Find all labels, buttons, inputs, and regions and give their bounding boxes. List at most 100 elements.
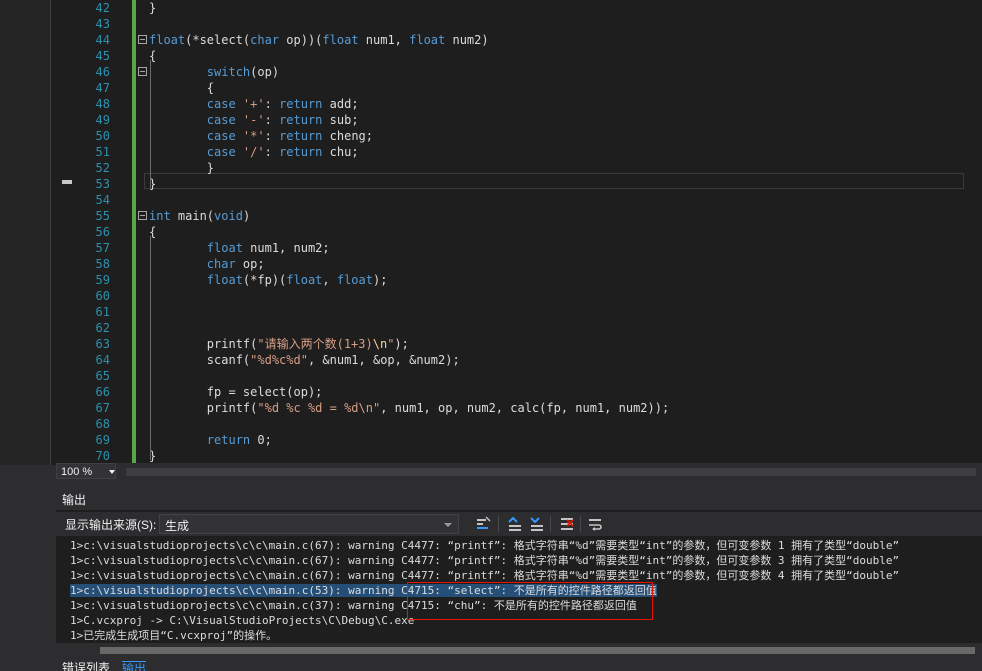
- output-line: 1>c:\visualstudioprojects\c\c\main.c(67)…: [70, 568, 899, 583]
- code-token: case: [149, 145, 243, 159]
- left-tool-strip: [0, 0, 51, 465]
- collapse-icon[interactable]: [138, 35, 147, 44]
- output-horizontal-scrollbar[interactable]: [56, 643, 982, 657]
- code-line: 66 fp = select(op);: [56, 384, 982, 400]
- output-line-text: 1>c:\visualstudioprojects\c\c\main.c(67)…: [70, 539, 900, 552]
- panel-splitter[interactable]: [56, 481, 982, 490]
- code-editor[interactable]: 42} 43 44 float(*select(char op))(float num…: [56, 0, 982, 463]
- code-text: float(*select(char op))(float num1, floa…: [149, 32, 489, 48]
- code-line: 49 case '-': return sub;: [56, 112, 982, 128]
- code-token: :: [264, 113, 280, 127]
- code-token: void: [214, 209, 243, 223]
- previous-message-icon[interactable]: [506, 515, 524, 533]
- code-token: cheng;: [322, 129, 373, 143]
- code-line: 51 case '/': return chu;: [56, 144, 982, 160]
- toolbar-separator: [580, 516, 581, 532]
- tab-output[interactable]: 输出: [122, 661, 147, 671]
- code-line: 64 scanf("%d%c%d", &num1, &op, &num2);: [56, 352, 982, 368]
- code-token: :: [264, 145, 280, 159]
- line-number: 68: [95, 417, 110, 431]
- collapse-icon[interactable]: [138, 67, 147, 76]
- code-text: }: [149, 0, 156, 16]
- code-token: float: [322, 33, 359, 47]
- line-number: 64: [95, 353, 110, 367]
- code-token: sub;: [322, 113, 359, 127]
- output-source-select[interactable]: 生成: [159, 514, 459, 534]
- code-text: int main(void): [149, 208, 250, 224]
- code-token: case: [149, 129, 243, 143]
- line-number: 54: [95, 193, 110, 207]
- code-line: 44 float(*select(char op))(float num1, fl…: [56, 32, 982, 48]
- code-line: 67 printf("%d %c %d = %d\n", num1, op, n…: [56, 400, 982, 416]
- code-token: ,: [322, 273, 337, 287]
- code-token: "请输入两个数(1+3): [257, 337, 373, 351]
- code-token: , &num1, &op, &num2);: [307, 353, 460, 367]
- code-text: float num1, num2;: [149, 240, 330, 256]
- zoom-dropdown[interactable]: 100 %: [56, 463, 116, 479]
- line-number: 61: [95, 305, 110, 319]
- code-line: 63 printf("请输入两个数(1+3)\n");: [56, 336, 982, 352]
- code-token: char: [149, 257, 236, 271]
- code-token: ): [242, 209, 251, 223]
- code-token: num1,: [358, 33, 410, 47]
- code-text: case '/': return chu;: [149, 144, 359, 160]
- chevron-down-icon: [109, 470, 115, 474]
- line-number: 46: [95, 65, 110, 79]
- code-text: }: [149, 160, 214, 176]
- code-token: {: [149, 81, 215, 95]
- left-panel-lower: [0, 465, 56, 671]
- line-number: 49: [95, 113, 110, 127]
- code-token: , num1, op, num2, calc(fp, num1, num2));: [380, 401, 670, 415]
- line-number: 63: [95, 337, 110, 351]
- code-line: 62: [56, 320, 982, 336]
- code-token: op))(: [279, 33, 323, 47]
- code-line: 55 int main(void): [56, 208, 982, 224]
- line-number: 45: [95, 49, 110, 63]
- code-token: :: [264, 97, 280, 111]
- code-token: }: [149, 161, 215, 175]
- code-token: num2): [445, 33, 489, 47]
- editor-horizontal-scrollbar[interactable]: [126, 468, 976, 476]
- code-token: '/': [242, 145, 265, 159]
- code-token: return: [279, 129, 323, 143]
- code-line: 61: [56, 304, 982, 320]
- code-token: printf(: [149, 401, 258, 415]
- code-text: float(*fp)(float, float);: [149, 272, 388, 288]
- code-token: "%d%c%d": [250, 353, 308, 367]
- annotation-red-box: [407, 582, 653, 620]
- tab-error-list[interactable]: 错误列表: [62, 661, 110, 671]
- code-line: 56{: [56, 224, 982, 240]
- code-token: float: [409, 33, 446, 47]
- code-token: char: [250, 33, 280, 47]
- word-wrap-icon[interactable]: [586, 515, 604, 533]
- line-number: 42: [95, 1, 110, 15]
- code-text: return 0;: [149, 432, 272, 448]
- output-line: 1>c:\visualstudioprojects\c\c\main.c(67)…: [70, 538, 899, 553]
- output-panel-title: 输出: [62, 493, 87, 507]
- toolbar-separator: [498, 516, 499, 532]
- output-panel-header: 输出: [56, 490, 982, 510]
- line-number: 56: [95, 225, 110, 239]
- scrollbar-thumb[interactable]: [100, 647, 975, 654]
- code-token: (op): [250, 65, 280, 79]
- code-token: return: [149, 433, 251, 447]
- find-message-icon[interactable]: [474, 515, 492, 533]
- code-token: '+': [242, 97, 265, 111]
- code-line: 59 float(*fp)(float, float);: [56, 272, 982, 288]
- code-text: case '*': return cheng;: [149, 128, 373, 144]
- source-label: 显示输出来源(S):: [65, 518, 157, 532]
- line-number: 57: [95, 241, 110, 255]
- code-token: chu;: [322, 145, 359, 159]
- code-token: );: [394, 337, 409, 351]
- code-line: 70}: [56, 448, 982, 463]
- code-line: 46 switch(op): [56, 64, 982, 80]
- clear-all-icon[interactable]: [558, 515, 576, 533]
- output-toolbar: 显示输出来源(S): 生成: [56, 512, 982, 536]
- code-token: "%d %c %d = %d\n": [257, 401, 381, 415]
- code-line: 57 float num1, num2;: [56, 240, 982, 256]
- code-token: switch: [149, 65, 251, 79]
- chevron-down-icon: [444, 523, 452, 527]
- collapse-icon[interactable]: [138, 211, 147, 220]
- next-message-icon[interactable]: [528, 515, 546, 533]
- output-line-text: 1>c:\visualstudioprojects\c\c\main.c(67)…: [70, 554, 900, 567]
